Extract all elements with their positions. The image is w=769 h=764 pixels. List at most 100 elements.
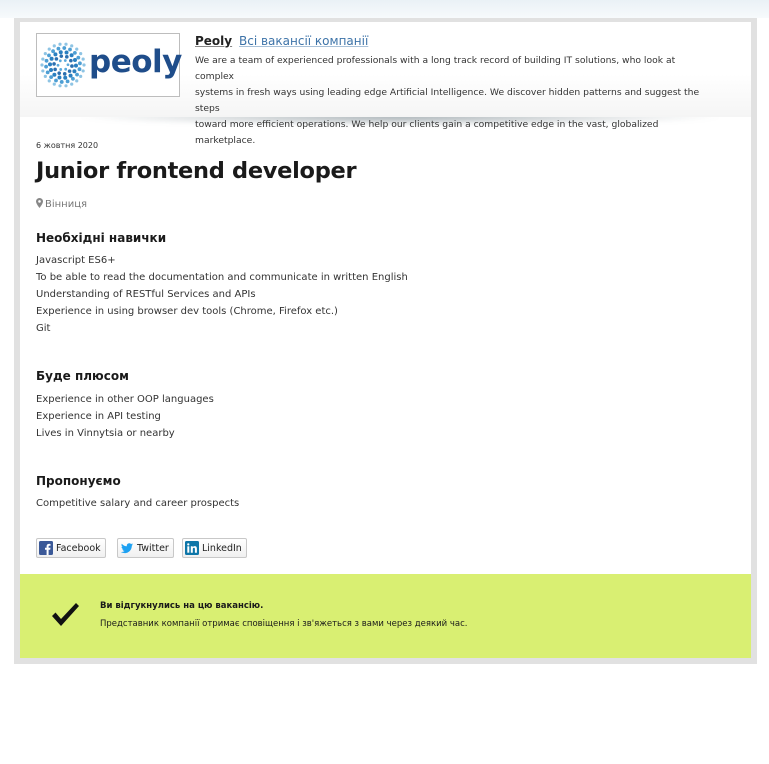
company-header: peoly Peoly Всі вакансії компанії We are… (20, 22, 751, 146)
logo-dot (57, 75, 62, 80)
company-logo[interactable]: peoly (36, 33, 182, 97)
logo-wordmark: peoly (89, 44, 182, 80)
peoly-logo-dots (40, 42, 86, 88)
logo-dot (59, 80, 64, 84)
logo-dot (57, 71, 61, 75)
company-description-line: We are a team of experienced professiona… (195, 55, 676, 82)
logo-dot (40, 63, 44, 67)
logo-dot (63, 75, 68, 80)
applied-title: Ви відгукнулись на цю вакансію. (100, 601, 264, 611)
vacancy-frame: peoly Peoly Всі вакансії компанії We are… (14, 18, 757, 664)
company-description: We are a team of experienced professiona… (195, 53, 715, 149)
logo-dot (65, 55, 69, 59)
logo-dot (58, 59, 62, 63)
share-twitter-button[interactable]: Twitter (117, 538, 174, 558)
logo-dot (79, 74, 83, 78)
logo-dot (72, 50, 77, 55)
logo-dot (59, 54, 64, 58)
section-heading-required: Необхідні навички (36, 231, 167, 245)
logo-dot (70, 82, 74, 86)
logo-dot (76, 55, 81, 60)
logo-dot (62, 72, 67, 76)
logo-dot (65, 79, 70, 84)
list-item: Lives in Vinnytsia or nearby (36, 428, 175, 439)
logo-dot (72, 57, 77, 62)
logo-dot (58, 50, 63, 55)
logo-dot (78, 61, 82, 66)
logo-dot (51, 49, 55, 54)
list-item: Experience in other OOP languages (36, 394, 214, 405)
list-item: Competitive salary and career prospects (36, 498, 240, 509)
logo-dot (68, 73, 73, 78)
section-heading-plus: Буде плюсом (36, 369, 129, 383)
logo-dot (58, 42, 62, 46)
logo-dot (59, 68, 63, 71)
company-description-line: toward more efficient operations. We hel… (195, 119, 659, 146)
list-item: Experience in API testing (36, 411, 161, 422)
logo-dot (49, 56, 54, 61)
logo-dot (70, 64, 74, 68)
logo-dot (82, 63, 86, 67)
logo-dot (72, 69, 77, 74)
list-item: Experience in using browser dev tools (C… (36, 306, 338, 317)
logo-dot (56, 46, 61, 51)
logo-dot (56, 63, 60, 67)
logo-dot (69, 53, 74, 58)
logo-dot (77, 67, 82, 72)
logo-dot (64, 67, 68, 71)
logo-dot (79, 52, 83, 56)
applied-message: Представник компанії отримає сповіщення … (100, 619, 468, 629)
logo-dot (68, 47, 72, 52)
logo-dot (54, 57, 59, 61)
logo-dot (53, 52, 58, 57)
share-facebook-button[interactable]: Facebook (36, 538, 106, 558)
linkedin-icon (185, 541, 199, 555)
logo-dot (44, 64, 48, 69)
logo-dot (53, 67, 57, 72)
logo-dot (67, 69, 72, 73)
logo-dot (75, 47, 79, 51)
company-name-link[interactable]: Peoly (195, 34, 232, 48)
list-item: To be able to read the documentation and… (36, 272, 408, 283)
list-item: Javascript ES6+ (36, 255, 116, 266)
share-facebook-label: Facebook (56, 542, 101, 554)
logo-dot (64, 84, 68, 88)
logo-dot (48, 62, 53, 67)
logo-dot (58, 84, 62, 88)
logo-dot (75, 79, 79, 83)
location-label: Вінниця (45, 199, 88, 210)
logo-dot (81, 57, 85, 61)
offer-list: Competitive salary and career prospects (36, 495, 239, 512)
logo-dot (47, 53, 51, 58)
logo-dot (49, 68, 54, 73)
logo-dot (43, 74, 47, 78)
required-skills-list: Javascript ES6+ To be able to read the d… (36, 252, 408, 337)
logo-dot (71, 76, 75, 81)
checkmark-icon (52, 603, 79, 626)
logo-dot (81, 69, 85, 73)
logo-dot (54, 78, 58, 83)
twitter-icon (120, 543, 133, 554)
logo-dot (66, 63, 70, 67)
company-description-line: systems in fresh ways using leading edge… (195, 87, 700, 114)
logo-dot (47, 79, 51, 83)
share-linkedin-button[interactable]: LinkedIn (182, 538, 247, 558)
all-company-jobs-link[interactable]: Всі вакансії компанії (239, 34, 368, 48)
logo-dot (69, 58, 73, 63)
section-heading-offer: Пропонуємо (36, 474, 121, 488)
logo-dot (52, 62, 56, 66)
share-twitter-label: Twitter (137, 542, 169, 554)
vacancy-title: Junior frontend developer (36, 158, 357, 184)
logo-dot (52, 44, 56, 48)
logo-dot (41, 69, 45, 73)
facebook-icon (39, 541, 53, 555)
vacancy-card: peoly Peoly Всі вакансії компанії We are… (20, 22, 751, 658)
logo-dot (43, 52, 47, 56)
logo-dot (62, 46, 67, 50)
logo-dot (49, 75, 54, 80)
logo-dot (44, 58, 49, 63)
applied-notice: Ви відгукнулись на цю вакансію. Представ… (20, 574, 751, 658)
browser-top-strip (0, 0, 769, 18)
logo-dot (64, 50, 69, 55)
logo-dot (70, 44, 74, 48)
